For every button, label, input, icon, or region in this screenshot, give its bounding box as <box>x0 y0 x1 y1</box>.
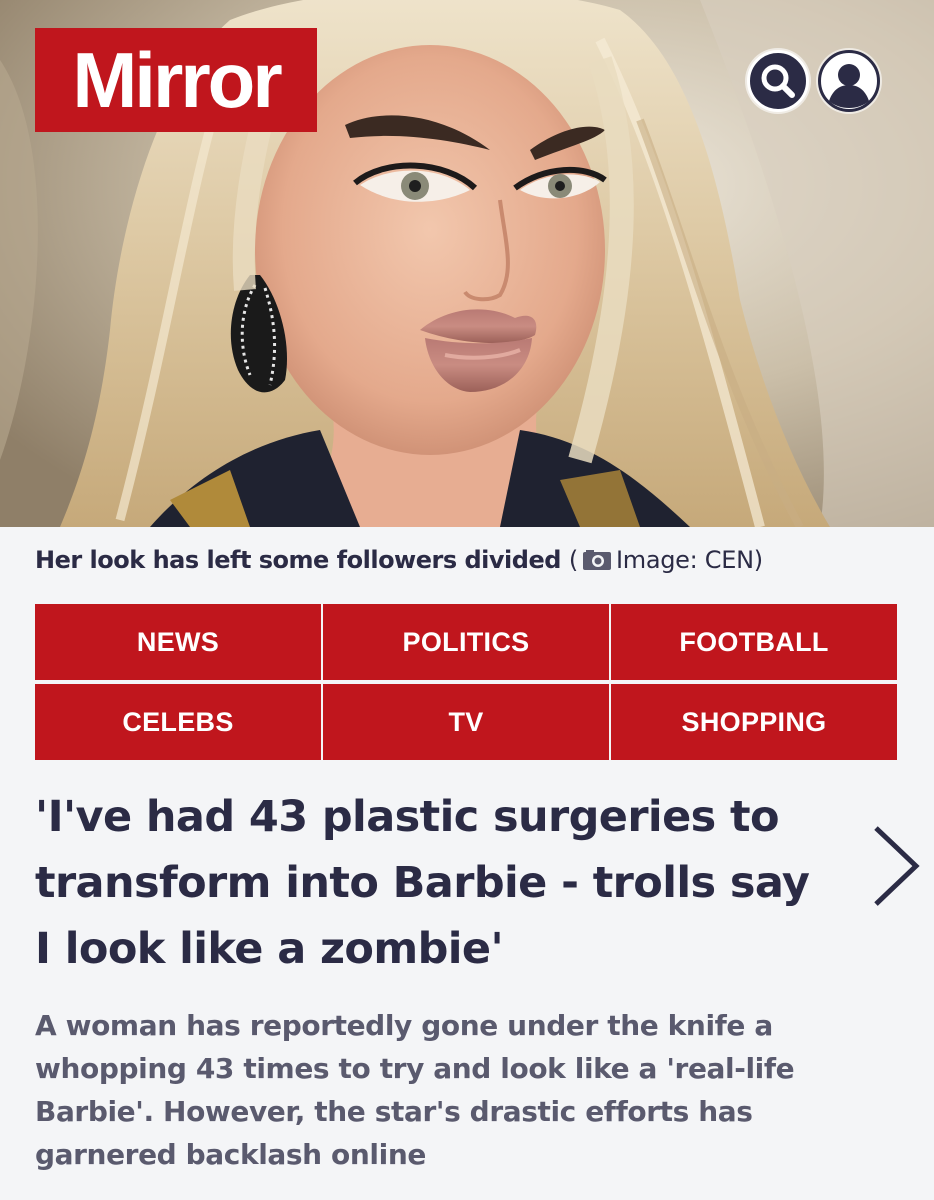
credit-open-paren: ( <box>568 546 578 574</box>
nav-item-celebs[interactable]: CELEBS <box>35 684 321 760</box>
mirror-logo[interactable]: Mirror <box>35 28 317 132</box>
account-icon <box>823 55 875 108</box>
nav-item-shopping[interactable]: SHOPPING <box>611 684 897 760</box>
account-button[interactable] <box>818 50 880 112</box>
credit-text: Image: CEN) <box>615 546 763 574</box>
nav-item-politics[interactable]: POLITICS <box>323 604 609 680</box>
nav-item-tv[interactable]: TV <box>323 684 609 760</box>
camera-icon <box>582 550 611 570</box>
search-button[interactable] <box>747 50 809 112</box>
caption-text: Her look has left some followers divided <box>35 546 561 574</box>
article-headline[interactable]: 'I've had 43 plastic surgeries to transf… <box>35 784 835 982</box>
article-standfirst: A woman has reportedly gone under the kn… <box>35 1009 795 1171</box>
section-nav: NEWS POLITICS FOOTBALL CELEBS TV SHOPPIN… <box>35 604 897 760</box>
image-credit: ( Image: CEN) <box>569 546 763 574</box>
hero-image: Mirror <box>0 0 934 527</box>
nav-item-football[interactable]: FOOTBALL <box>611 604 897 680</box>
search-icon <box>761 64 795 98</box>
image-caption: Her look has left some followers divided… <box>35 540 905 580</box>
nav-item-news[interactable]: NEWS <box>35 604 321 680</box>
chevron-right-icon[interactable] <box>868 822 924 910</box>
logo-text: Mirror <box>72 36 282 124</box>
